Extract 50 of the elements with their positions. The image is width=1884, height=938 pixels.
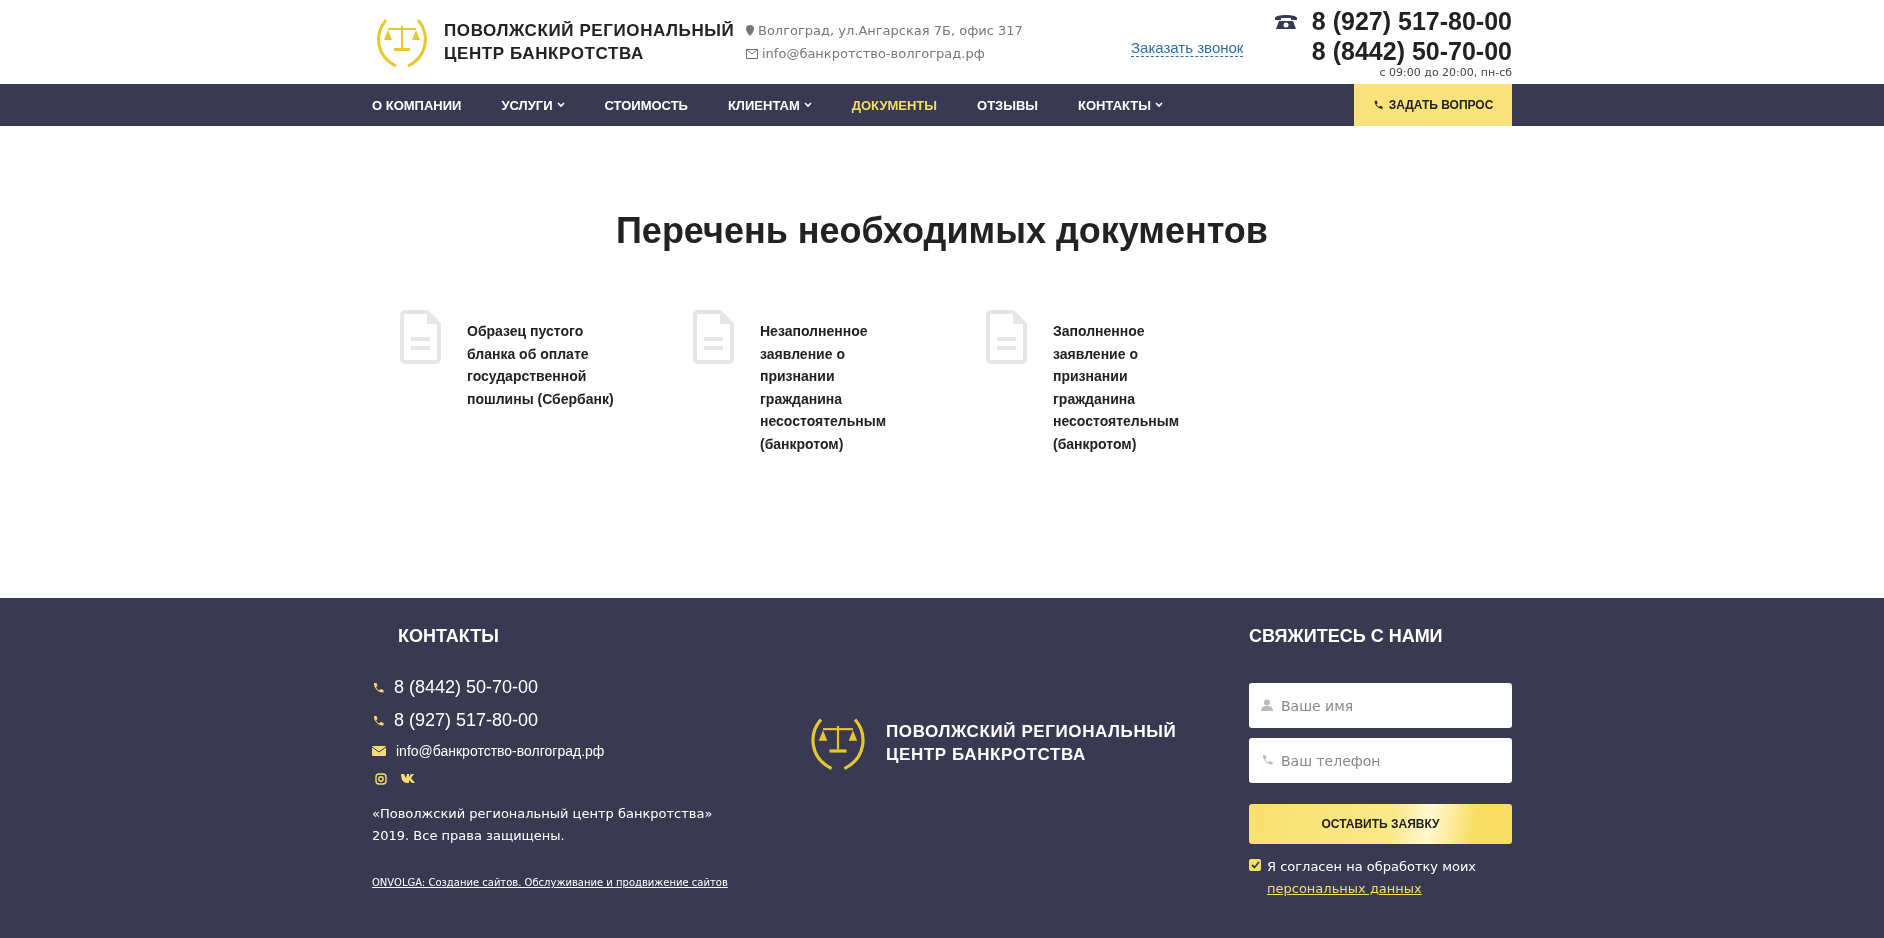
chevron-down-icon (1154, 102, 1163, 108)
nav-link[interactable]: ДОКУМЕНТЫ (851, 97, 938, 113)
consent-checkbox[interactable] (1249, 859, 1261, 871)
person-icon (1261, 699, 1273, 711)
document-link[interactable]: Незаполненное заявление о признании гражданина несостоятельным (банкротом) (760, 320, 920, 455)
callback-link[interactable]: Заказать звонок (1131, 39, 1244, 57)
phone-icon (1261, 754, 1273, 766)
map-pin-icon (746, 25, 754, 36)
address-text: Волгоград, ул.Ангарская 7Б, офис 317 (746, 23, 1131, 38)
email-text: info@банкротство-волгоград.рф (372, 743, 752, 759)
phone-icon (372, 714, 384, 727)
page-title: Перечень необходимых документов (616, 210, 1268, 252)
phone-icon (372, 681, 384, 694)
chevron-down-icon (556, 102, 565, 108)
name-field[interactable]: Ваше имя (1249, 683, 1512, 728)
check-icon (1250, 861, 1260, 869)
envelope-icon (746, 48, 758, 59)
document-link[interactable]: Заполненное заявление о признании гражданина несостоятельным (банкротом) (1053, 320, 1213, 455)
ask-question-button[interactable]: ЗАДАТЬ ВОПРОС (1354, 84, 1512, 126)
document-icon (400, 310, 441, 364)
nav-link[interactable]: О КОМПАНИИ (372, 97, 462, 113)
personal-data-link[interactable]: персональных данных (1267, 881, 1422, 896)
document-link[interactable]: Образец пустого бланка об оплате государственной пошлины (Сбербанк) (467, 320, 627, 455)
vk-icon[interactable] (401, 773, 417, 783)
document-icon (986, 310, 1027, 364)
nav-link[interactable]: УСЛУГИ (501, 97, 565, 113)
nav-link[interactable]: ОТЗЫВЫ (977, 97, 1039, 113)
envelope-icon (372, 746, 386, 756)
phone-number: 8 (927) 517-80-00 (372, 710, 752, 731)
nav-link[interactable]: КЛИЕНТАМ (727, 97, 812, 113)
nav-link[interactable]: КОНТАКТЫ (1078, 97, 1163, 113)
instagram-icon[interactable] (375, 773, 387, 785)
chevron-down-icon (803, 102, 812, 108)
phone-field[interactable]: Ваш телефон (1249, 738, 1512, 783)
document-icon (693, 310, 734, 364)
submit-button[interactable]: ОСТАВИТЬ ЗАЯВКУ (1249, 804, 1512, 844)
copyright-text: «Поволжский региональный центр банкротства» 2019. Все права защищены. (372, 805, 714, 845)
phone-number: 8 (8442) 50-70-00 (1311, 35, 1512, 66)
brand-name: ПОВОЛЖСКИЙ РЕГИОНАЛЬНЫЙ ЦЕНТР БАНКРОТСТВА (444, 20, 735, 65)
phone-icon (1372, 100, 1383, 110)
contacts-heading: КОНТАКТЫ (398, 626, 500, 647)
form-heading: СВЯЖИТЕСЬ С НАМИ (1249, 626, 1444, 647)
phone-number: 8 (8442) 50-70-00 (372, 677, 752, 698)
phone-number: 8 (927) 517-80-00 (1311, 5, 1512, 36)
consent-text: Я согласен на обработку моих персональных данных (1267, 858, 1477, 898)
brand-name: ПОВОЛЖСКИЙ РЕГИОНАЛЬНЫЙ ЦЕНТР БАНКРОТСТВА (886, 721, 1177, 766)
developer-link[interactable]: ONVOLGA: Создание сайтов. Обслуживание и продвижение сайтов (372, 877, 728, 888)
nav-link[interactable]: СТОИМОСТЬ (604, 97, 688, 113)
working-hours: с 09:00 до 20:00, пн-сб (1379, 65, 1512, 79)
email-text: info@банкротство-волгоград.рф (746, 46, 1131, 61)
